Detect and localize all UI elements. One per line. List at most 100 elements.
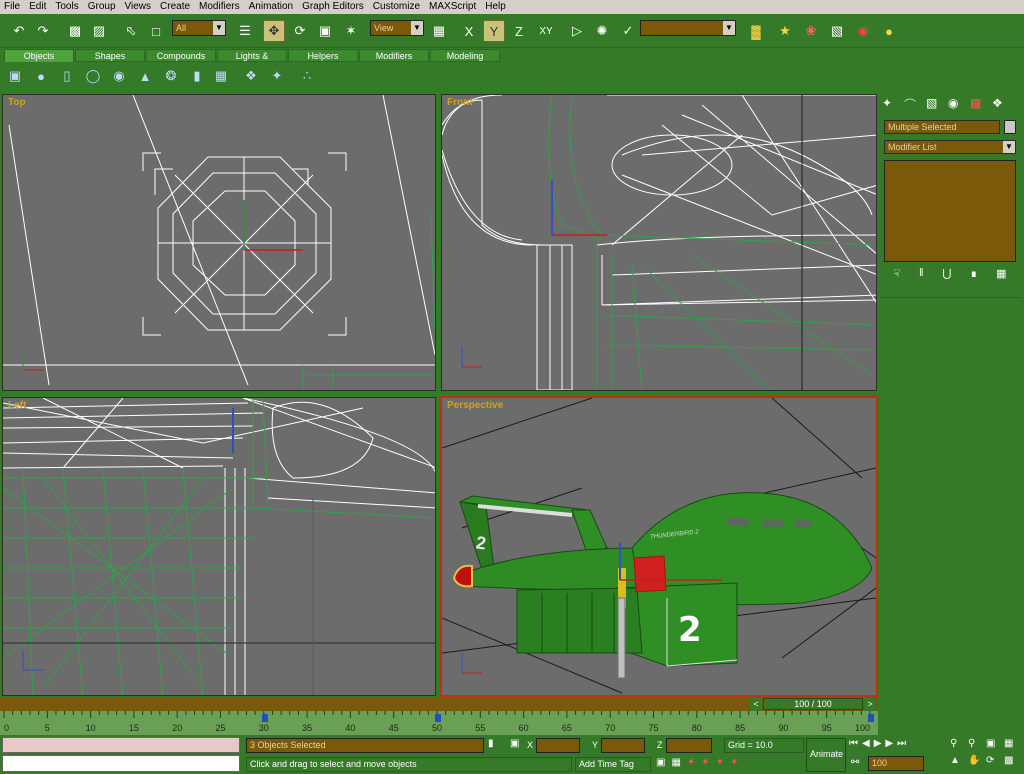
manipulate-icon[interactable]: ✶ bbox=[340, 20, 362, 42]
pin-stack-icon[interactable]: ☟ bbox=[893, 267, 900, 285]
sphere-icon[interactable]: ● bbox=[32, 67, 50, 85]
time-slider[interactable]: < 100 / 100 > bbox=[0, 697, 878, 711]
keyframe-marker[interactable] bbox=[262, 714, 268, 722]
tab-modeling[interactable]: Modeling bbox=[430, 49, 500, 62]
select-by-name-icon[interactable]: ☰ bbox=[234, 20, 256, 42]
menu-file[interactable]: File bbox=[0, 0, 25, 14]
play-icon[interactable]: ▶ bbox=[874, 738, 882, 753]
snap-toggle-icon[interactable]: ✦ bbox=[687, 757, 695, 772]
key-mode-icon[interactable]: ⚯ bbox=[851, 757, 859, 768]
geosphere-icon[interactable]: ❂ bbox=[162, 67, 180, 85]
go-to-end-icon[interactable]: ⏭ bbox=[897, 738, 906, 753]
spacing-tool-icon[interactable]: ✓ bbox=[617, 20, 639, 42]
teapot-icon[interactable]: ◉ bbox=[110, 67, 128, 85]
named-selection-dropdown[interactable]: ▼ bbox=[640, 20, 736, 36]
viewport-label-front[interactable]: Front bbox=[447, 97, 473, 108]
viewport-label-top[interactable]: Top bbox=[8, 97, 26, 108]
hierarchy-tab-icon[interactable]: ▧ bbox=[926, 96, 944, 114]
motion-tab-icon[interactable]: ◉ bbox=[948, 96, 966, 114]
menu-group[interactable]: Group bbox=[84, 0, 121, 14]
menu-tools[interactable]: Tools bbox=[51, 0, 83, 14]
quick-render-icon[interactable]: ◉ bbox=[852, 20, 874, 42]
restrict-x-button[interactable]: X bbox=[458, 20, 480, 42]
configure-sets-icon[interactable]: ▦ bbox=[996, 267, 1006, 285]
arc-rotate-icon[interactable]: ⟳ bbox=[986, 755, 1004, 772]
viewport-label-left[interactable]: Left bbox=[8, 400, 26, 411]
tab-shapes[interactable]: Shapes bbox=[75, 49, 145, 62]
select-scale-icon[interactable]: ▣ bbox=[314, 20, 336, 42]
render-scene-icon[interactable]: ▧ bbox=[826, 20, 848, 42]
tab-compounds[interactable]: Compounds bbox=[146, 49, 216, 62]
percent-snap-icon[interactable]: ✦ bbox=[716, 757, 724, 772]
restrict-xy-button[interactable]: XY bbox=[535, 20, 557, 42]
select-move-icon[interactable]: ✥ bbox=[263, 20, 285, 42]
viewport-front[interactable]: Front bbox=[441, 94, 877, 391]
menu-views[interactable]: Views bbox=[121, 0, 157, 14]
absolute-mode-icon[interactable]: ▣ bbox=[510, 738, 519, 749]
animate-button[interactable]: Animate bbox=[806, 738, 846, 772]
window-crossing-icon[interactable]: ▣ bbox=[656, 757, 665, 772]
current-frame-field[interactable]: 100 bbox=[868, 756, 924, 771]
tab-helpers[interactable]: Helpers bbox=[288, 49, 358, 62]
angle-snap-icon[interactable]: ✦ bbox=[701, 757, 709, 772]
modifier-stack-list[interactable] bbox=[884, 160, 1016, 262]
viewport-top[interactable]: Top bbox=[2, 94, 436, 391]
maximize-viewport-icon[interactable]: ▩ bbox=[1004, 755, 1022, 772]
menu-create[interactable]: Create bbox=[156, 0, 195, 14]
zoom-all-icon[interactable]: ⚲ bbox=[968, 738, 986, 755]
restrict-z-button[interactable]: Z bbox=[508, 20, 530, 42]
viewport-label-perspective[interactable]: Perspective bbox=[447, 400, 503, 411]
spinner-snap-icon[interactable]: ✦ bbox=[730, 757, 738, 772]
undo-icon[interactable]: ↶ bbox=[8, 20, 30, 42]
show-end-result-icon[interactable]: ‖ bbox=[919, 267, 924, 285]
material-editor-icon[interactable]: ❀ bbox=[800, 20, 822, 42]
zoom-icon[interactable]: ⚲ bbox=[950, 738, 968, 755]
keyframe-marker[interactable] bbox=[435, 714, 441, 722]
region-select-icon[interactable]: □ bbox=[145, 20, 167, 42]
tab-lights-cameras[interactable]: Lights & Cameras bbox=[217, 49, 287, 73]
track-view-icon[interactable]: ▓ bbox=[745, 20, 767, 42]
pan-icon[interactable]: ✋ bbox=[968, 755, 986, 772]
field-of-view-icon[interactable]: ▲ bbox=[950, 755, 968, 772]
lock-selection-icon[interactable]: ▮ bbox=[488, 738, 494, 749]
pivot-center-icon[interactable]: ▦ bbox=[428, 20, 450, 42]
add-time-tag-button[interactable]: Add Time Tag bbox=[575, 757, 651, 772]
viewport-perspective[interactable]: Perspective 2 2 THUNDERBIRD 2 bbox=[440, 396, 878, 697]
display-tab-icon[interactable]: ▩ bbox=[970, 96, 988, 114]
previous-frame-icon[interactable]: ◀ bbox=[862, 738, 870, 753]
redo-icon[interactable]: ↷ bbox=[32, 20, 54, 42]
keyframe-marker[interactable] bbox=[868, 714, 874, 722]
particle-icon[interactable]: ∴ bbox=[298, 67, 316, 85]
menu-animation[interactable]: Animation bbox=[245, 0, 298, 14]
cone-icon[interactable]: ▲ bbox=[136, 67, 154, 85]
plane-icon[interactable]: ▦ bbox=[212, 67, 230, 85]
zoom-extents-all-icon[interactable]: ▦ bbox=[1004, 738, 1022, 755]
menu-maxscript[interactable]: MAXScript bbox=[425, 0, 481, 14]
modify-tab-icon[interactable]: ⌒ bbox=[904, 96, 922, 114]
mirror-icon[interactable]: ▷ bbox=[566, 20, 588, 42]
next-frame-arrow-icon[interactable]: > bbox=[864, 697, 876, 711]
menu-edit[interactable]: Edit bbox=[25, 0, 51, 14]
create-tab-icon[interactable]: ✦ bbox=[882, 96, 900, 114]
schematic-view-icon[interactable]: ★ bbox=[774, 20, 796, 42]
tab-modifiers[interactable]: Modifiers bbox=[359, 49, 429, 62]
object-color-swatch[interactable] bbox=[1004, 120, 1016, 134]
maxscript-listener-mini[interactable] bbox=[2, 737, 240, 753]
select-object-icon[interactable]: ⬁ bbox=[120, 20, 142, 42]
menu-modifiers[interactable]: Modifiers bbox=[195, 0, 245, 14]
z-coord-field[interactable] bbox=[666, 738, 712, 753]
make-unique-icon[interactable]: ⋃ bbox=[942, 267, 951, 285]
remove-modifier-icon[interactable]: ∎ bbox=[970, 267, 977, 285]
modifier-list-dropdown[interactable]: Modifier List ▼ bbox=[884, 140, 1016, 154]
utilities-tab-icon[interactable]: ❖ bbox=[992, 96, 1010, 114]
align-icon[interactable]: ✺ bbox=[591, 20, 613, 42]
menu-help[interactable]: Help bbox=[481, 0, 511, 14]
reference-coord-dropdown[interactable]: View ▼ bbox=[370, 20, 424, 36]
next-frame-icon[interactable]: ▶ bbox=[885, 738, 893, 753]
zoom-extents-icon[interactable]: ▣ bbox=[986, 738, 1004, 755]
menu-customize[interactable]: Customize bbox=[369, 0, 425, 14]
selection-filter-dropdown[interactable]: All ▼ bbox=[172, 20, 226, 36]
tube-icon[interactable]: ▮ bbox=[188, 67, 206, 85]
hedra-icon[interactable]: ✦ bbox=[268, 67, 286, 85]
prev-frame-arrow-icon[interactable]: < bbox=[750, 697, 762, 711]
